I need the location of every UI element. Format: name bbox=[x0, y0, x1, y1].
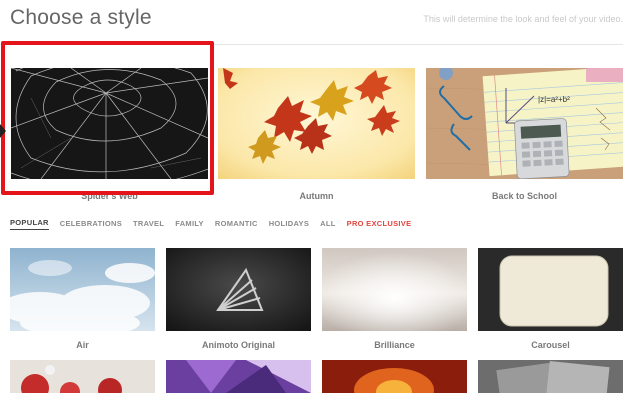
red-flowers-image bbox=[10, 360, 155, 393]
selection-highlight bbox=[1, 41, 214, 195]
style-thumbnail-animoto-original[interactable] bbox=[166, 248, 311, 331]
style-category-tabs: POPULAR CELEBRATIONS TRAVEL FAMILY ROMAN… bbox=[10, 218, 411, 230]
style-thumbnail-row2-3[interactable] bbox=[322, 360, 467, 393]
tab-holidays[interactable]: HOLIDAYS bbox=[269, 219, 309, 230]
tab-romantic[interactable]: ROMANTIC bbox=[215, 219, 258, 230]
tab-popular[interactable]: POPULAR bbox=[10, 218, 49, 230]
tab-family[interactable]: FAMILY bbox=[175, 219, 204, 230]
fire-image bbox=[322, 360, 467, 393]
caption-autumn: Autumn bbox=[299, 191, 334, 201]
tab-travel[interactable]: TRAVEL bbox=[133, 219, 164, 230]
tab-pro-exclusive[interactable]: PRO EXCLUSIVE bbox=[347, 219, 412, 230]
carousel-image bbox=[478, 248, 623, 331]
caption-air: Air bbox=[76, 340, 89, 350]
back-to-school-image: |z|=a²+b² bbox=[426, 68, 623, 179]
style-thumbnail-carousel[interactable] bbox=[478, 248, 623, 331]
style-thumbnail-row2-2[interactable] bbox=[166, 360, 311, 393]
math-formula: |z|=a²+b² bbox=[538, 95, 570, 104]
brilliance-image bbox=[322, 248, 467, 331]
caption-back-to-school: Back to School bbox=[491, 191, 557, 201]
style-thumbnail-row2-1[interactable] bbox=[10, 360, 155, 393]
animoto-original-image bbox=[166, 248, 311, 331]
photo-stack-image bbox=[478, 360, 623, 393]
air-clouds-image bbox=[10, 248, 155, 331]
tab-celebrations[interactable]: CELEBRATIONS bbox=[60, 219, 122, 230]
style-thumbnail-brilliance[interactable] bbox=[322, 248, 467, 331]
caption-animoto-original: Animoto Original bbox=[202, 340, 275, 350]
caption-carousel: Carousel bbox=[531, 340, 570, 350]
style-thumbnail-autumn[interactable] bbox=[218, 68, 415, 179]
style-thumbnail-row2-4[interactable] bbox=[478, 360, 623, 393]
purple-shapes-image bbox=[166, 360, 311, 393]
cursor-arrow-icon bbox=[0, 124, 6, 138]
tab-all[interactable]: ALL bbox=[320, 219, 335, 230]
autumn-leaves-image bbox=[218, 68, 415, 179]
caption-brilliance: Brilliance bbox=[374, 340, 415, 350]
style-thumbnail-back-to-school[interactable]: |z|=a²+b² bbox=[426, 68, 623, 179]
page-title: Choose a style bbox=[10, 6, 152, 29]
page-subtitle: This will determine the look and feel of… bbox=[423, 14, 623, 24]
style-thumbnail-air[interactable] bbox=[10, 248, 155, 331]
